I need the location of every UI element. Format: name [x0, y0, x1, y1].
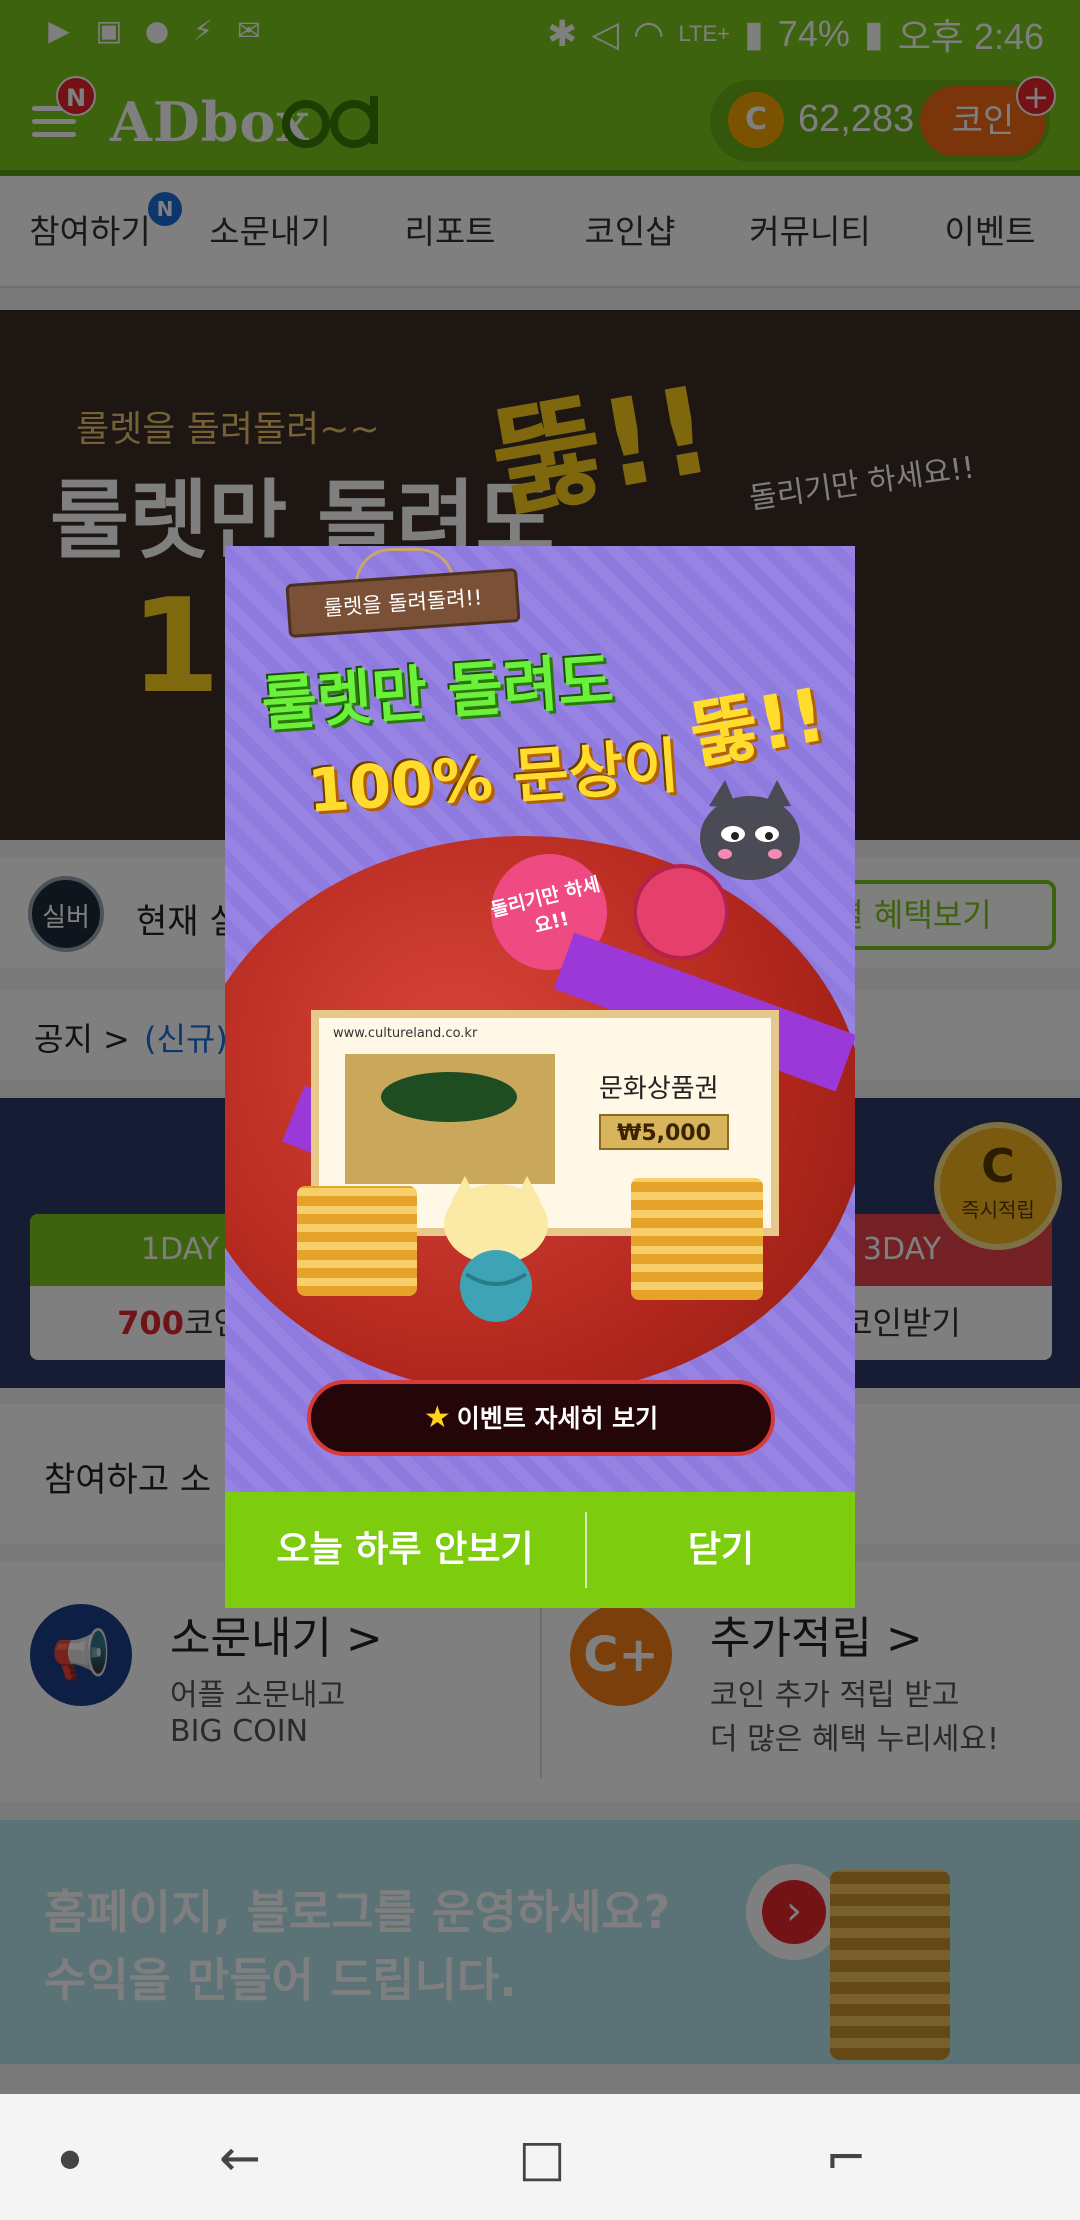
star-icon: ★	[423, 1400, 451, 1435]
home-icon[interactable]: □	[510, 2126, 574, 2190]
event-details-button[interactable]: ★ 이벤트 자세히 보기	[307, 1380, 775, 1456]
back-icon[interactable]: ←	[208, 2126, 272, 2190]
event-button-label: 이벤트 자세히 보기	[456, 1404, 659, 1433]
hide-today-button[interactable]: 오늘 하루 안보기	[225, 1492, 585, 1608]
voucher-title: 문화상품권	[599, 1074, 719, 1104]
voucher-url: www.cultureland.co.kr	[333, 1026, 478, 1041]
coin-stack-right	[631, 1178, 763, 1300]
gray-cat-icon	[700, 780, 800, 880]
recents-icon[interactable]: ⌐	[814, 2126, 878, 2190]
voucher-tree-image	[345, 1054, 555, 1184]
voucher-amount: ₩5,000	[599, 1114, 729, 1150]
yellow-cat-icon	[444, 1176, 548, 1322]
system-nav-bar: ● ← □ ⌐	[0, 2094, 1080, 2220]
dot-icon[interactable]: ●	[38, 2126, 102, 2190]
close-button[interactable]: 닫기	[587, 1492, 855, 1608]
coin-stack-left	[297, 1186, 417, 1296]
event-popup: 룰렛을 돌려돌려!! 룰렛만 돌려도 100% 문상이 뚫!! 돌리기만 하세요…	[225, 546, 855, 1608]
popup-footer: 오늘 하루 안보기 닫기	[225, 1492, 855, 1608]
popup-event-image[interactable]: 룰렛을 돌려돌려!! 룰렛만 돌려도 100% 문상이 뚫!! 돌리기만 하세요…	[225, 546, 855, 1492]
